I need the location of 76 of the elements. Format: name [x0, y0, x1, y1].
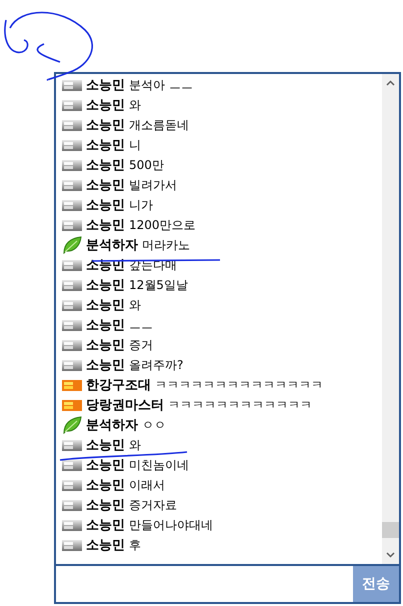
message-text: ㅋㅋㅋㅋㅋㅋㅋㅋㅋㅋㅋㅋㅋㅋ: [155, 376, 323, 394]
message-text: 1200만으로: [129, 216, 196, 234]
server-icon: [62, 320, 82, 330]
message-text: 분석아 ㅡㅡ: [129, 76, 193, 94]
leaf-icon: [62, 236, 82, 254]
message-text: 500만: [129, 156, 164, 174]
server-icon: [62, 200, 82, 210]
server-icon: [62, 260, 82, 270]
message-text: 와: [129, 296, 141, 314]
leaf-icon: [62, 416, 82, 434]
sender-name: 소능민: [86, 277, 125, 294]
message-text: 니가: [129, 196, 153, 214]
sender-name: 소능민: [86, 517, 125, 534]
sender-name: 분석하자: [86, 237, 138, 254]
scroll-thumb[interactable]: [382, 522, 399, 538]
sender-name: 소능민: [86, 437, 125, 454]
sender-name: 소능민: [86, 77, 125, 94]
sender-name: 소능민: [86, 477, 125, 494]
server-icon: [62, 80, 82, 90]
scrollbar[interactable]: [382, 74, 399, 564]
sender-name: 한강구조대: [86, 377, 151, 394]
sender-name: 소능민: [86, 137, 125, 154]
server-icon: [62, 280, 82, 290]
sender-name: 소능민: [86, 217, 125, 234]
message-text: 증거: [129, 336, 153, 354]
message-text: 개소름돋네: [129, 116, 189, 134]
sender-name: 소능민: [86, 177, 125, 194]
server-icon: [62, 500, 82, 510]
send-button[interactable]: 전송: [353, 566, 399, 602]
server-icon: [62, 440, 82, 450]
message-text: 후: [129, 536, 141, 554]
message-text: 갚는다매: [129, 256, 177, 274]
message-text: 머라카노: [142, 236, 190, 254]
message-text: 올려주까?: [129, 356, 184, 374]
sender-name: 소능민: [86, 157, 125, 174]
server-icon: [62, 340, 82, 350]
sender-name: 소능민: [86, 337, 125, 354]
scroll-up-icon[interactable]: [386, 80, 395, 86]
sender-name: 당랑권마스터: [86, 397, 164, 414]
sender-name: 소능민: [86, 357, 125, 374]
server-icon: [62, 360, 82, 370]
message-text: ㅋㅋㅋㅋㅋㅋㅋㅋㅋㅋㅋㅋ: [168, 396, 312, 414]
server-icon: [62, 120, 82, 130]
server-icon: [62, 220, 82, 230]
message-text: 니: [129, 136, 141, 154]
sender-name: 소능민: [86, 317, 125, 334]
server-icon: [62, 380, 82, 390]
server-icon: [62, 460, 82, 470]
message-text: 미친놈이네: [129, 456, 189, 474]
server-icon: [62, 140, 82, 150]
server-icon: [62, 480, 82, 490]
server-icon: [62, 400, 82, 410]
message-text: 빌려가서: [129, 176, 177, 194]
message-text: 와: [129, 436, 141, 454]
message-text: 만들어나야대네: [129, 516, 213, 534]
message-text: ㅡㅡ: [129, 316, 153, 334]
message-text: 12월5일날: [129, 276, 188, 294]
message-text: 와: [129, 96, 141, 114]
sender-name: 소능민: [86, 537, 125, 554]
server-icon: [62, 160, 82, 170]
sender-name: 소능민: [86, 297, 125, 314]
sender-name: 소능민: [86, 197, 125, 214]
sender-name: 소능민: [86, 457, 125, 474]
sender-name: 소능민: [86, 97, 125, 114]
message-text: 증거자료: [129, 496, 177, 514]
server-icon: [62, 540, 82, 550]
message-text: ㅇㅇ: [142, 416, 166, 434]
server-icon: [62, 520, 82, 530]
message-text: 이래서: [129, 476, 165, 494]
sender-name: 분석하자: [86, 417, 138, 434]
server-icon: [62, 300, 82, 310]
server-icon: [62, 180, 82, 190]
scroll-down-icon[interactable]: [386, 552, 395, 558]
server-icon: [62, 100, 82, 110]
sender-name: 소능민: [86, 497, 125, 514]
sender-name: 소능민: [86, 117, 125, 134]
